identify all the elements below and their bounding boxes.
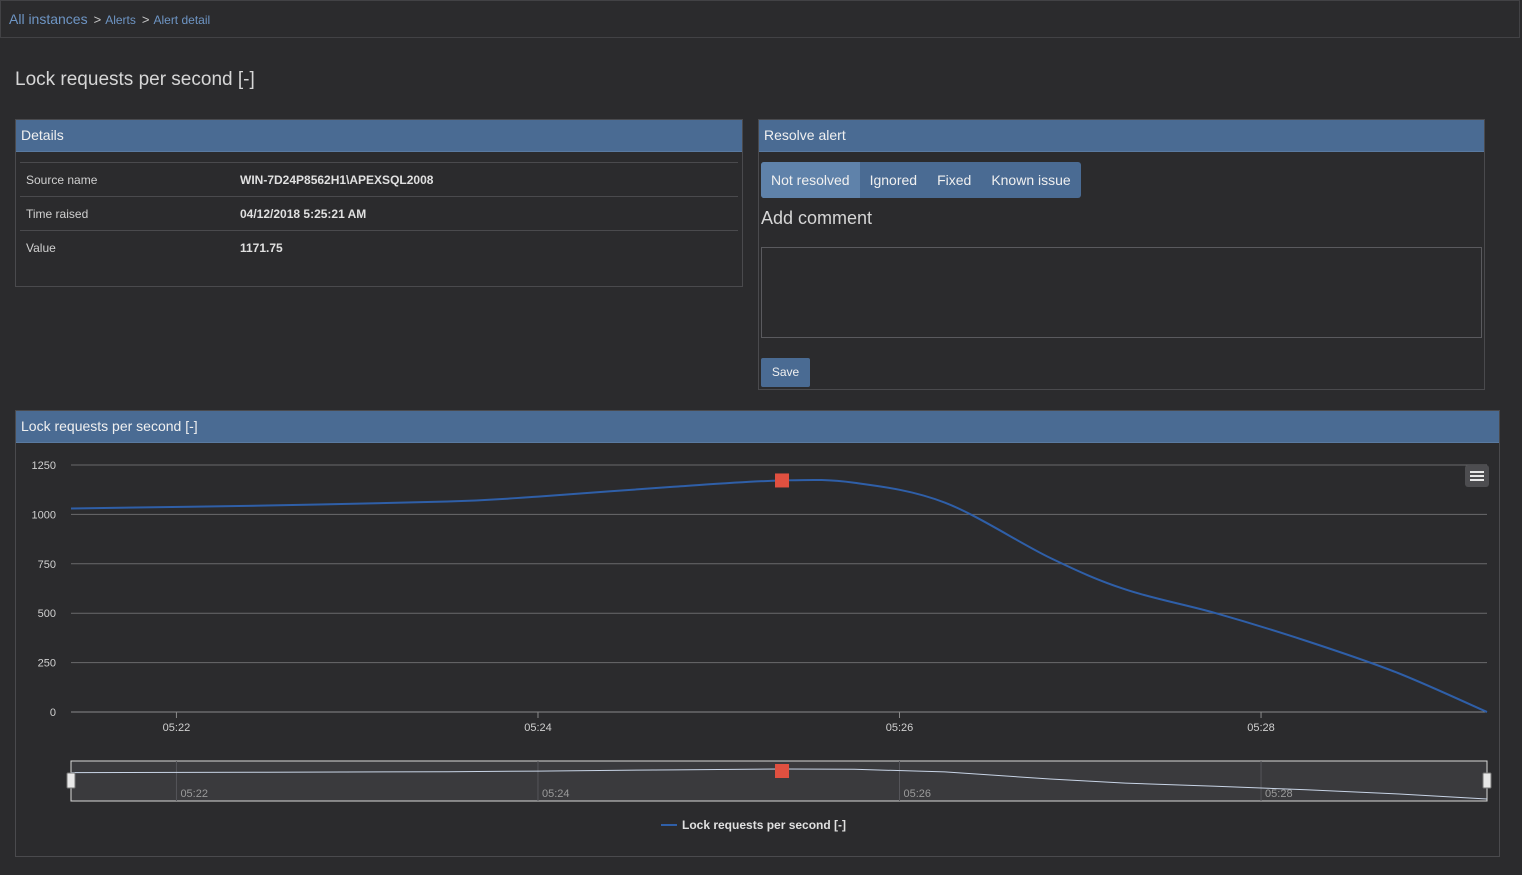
alert-marker [775,473,790,488]
details-label: Source name [26,173,98,187]
line-chart: 0 250 500 750 1000 1250 05:22 05:24 05:26 05:28 05… [32,460,1492,832]
details-value: 1171.75 [240,241,283,255]
y-tick-label: 1250 [32,460,56,472]
resolution-status-group: Not resolved Ignored Fixed Known issue [761,162,1081,198]
x-tick-label: 05:24 [524,722,552,734]
top-bar: All instances > Alerts > Alert detail [0,0,1520,38]
navigator-tick-label: 05:24 [542,788,570,800]
navigator-handle [66,772,76,789]
details-row: Time raised 04/12/2018 5:25:21 AM [20,196,738,231]
details-row: Value 1171.75 [20,230,738,265]
y-tick-label: 250 [38,658,56,670]
status-fixed-button[interactable]: Fixed [927,162,981,198]
x-tick-label: 05:28 [1247,722,1275,734]
details-row: Source name WIN-7D24P8562H1\APEXSQL2008 [20,162,738,197]
add-comment-label: Add comment [761,208,873,228]
save-button[interactable]: Save [761,358,810,387]
breadcrumb-alerts[interactable]: Alerts [105,13,136,27]
chevron-right-icon: > [93,12,102,27]
navigator-tick-label: 05:26 [904,788,932,800]
breadcrumb-alert-detail: Alert detail [153,13,211,27]
legend-label: Lock requests per second [-] [682,818,846,832]
status-ignored-button[interactable]: Ignored [860,162,927,198]
details-label: Time raised [26,207,89,221]
details-value: 04/12/2018 5:25:21 AM [240,207,367,221]
navigator-handle [1482,772,1492,789]
details-label: Value [26,241,56,255]
y-tick-label: 750 [38,559,56,571]
breadcrumb-all-instances[interactable]: All instances [9,11,88,27]
chevron-right-icon: > [141,12,150,27]
navigator-tick-label: 05:28 [1265,788,1293,800]
comment-textarea[interactable] [761,247,1482,338]
details-value: WIN-7D24P8562H1\APEXSQL2008 [240,173,434,187]
y-tick-label: 0 [50,707,56,719]
status-known-issue-button[interactable]: Known issue [981,162,1080,198]
navigator-tick-label: 05:22 [180,788,208,800]
chart-panel: Lock requests per second [-] 0 250 500 750 1… [15,410,1500,857]
y-tick-label: 500 [38,608,56,620]
x-tick-label: 05:22 [163,722,191,734]
details-panel: Details Source name WIN-7D24P8562H1\APEX… [15,119,743,287]
hamburger-menu-icon[interactable] [1465,465,1489,487]
x-tick-label: 05:26 [886,722,914,734]
y-tick-label: 1000 [32,509,56,521]
resolve-alert-panel: Resolve alert Not resolved Ignored Fixed… [758,119,1485,390]
navigator-alert-marker [775,764,790,779]
status-not-resolved-button[interactable]: Not resolved [761,162,860,198]
resolve-alert-panel-title: Resolve alert [759,120,1484,152]
breadcrumb: All instances > Alerts > Alert detail [9,11,210,27]
page-title: Lock requests per second [-] [15,69,255,90]
details-panel-title: Details [16,120,742,152]
chart-panel-title: Lock requests per second [-] [16,411,1499,443]
